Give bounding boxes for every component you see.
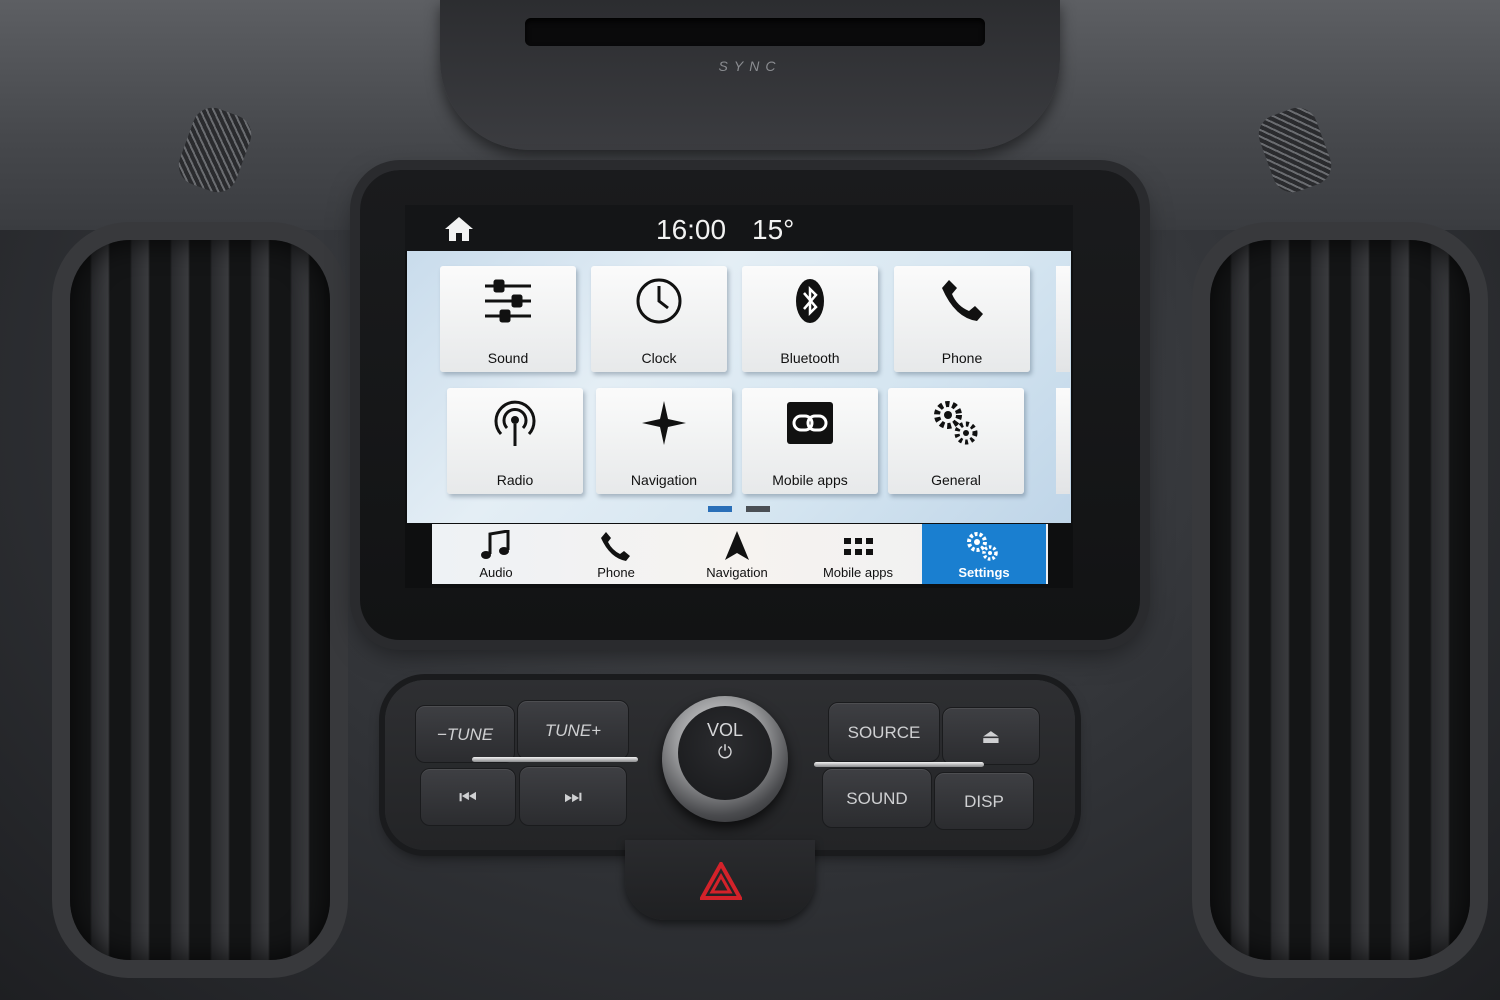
sound-button[interactable]: SOUND: [822, 768, 932, 828]
clock-icon: [636, 278, 682, 324]
tile-bluetooth[interactable]: Bluetooth: [742, 266, 878, 372]
nav-label: Navigation: [706, 565, 768, 580]
nav-mobile-apps[interactable]: Mobile apps: [798, 524, 918, 584]
nav-phone[interactable]: Phone: [556, 524, 676, 584]
tune-down-button[interactable]: −TUNE: [415, 705, 515, 763]
right-air-vent[interactable]: [1210, 240, 1470, 960]
nav-label: Phone: [597, 565, 635, 580]
seek-forward-button[interactable]: ⏭: [519, 766, 627, 826]
tile-label: Radio: [496, 472, 534, 488]
home-icon[interactable]: [444, 216, 474, 242]
nav-navigation[interactable]: Navigation: [677, 524, 797, 584]
sync-logo: SYNC: [718, 58, 782, 74]
status-temperature: 15°: [752, 214, 795, 245]
power-icon: ⏻: [717, 742, 733, 762]
tile-partial: [1056, 266, 1070, 372]
tile-label: General: [931, 472, 981, 488]
tune-up-button[interactable]: TUNE+: [517, 700, 629, 760]
link-icon: [787, 402, 833, 444]
chrome-trim-left: [472, 757, 638, 762]
page-dot[interactable]: [746, 506, 770, 512]
cd-slot[interactable]: [525, 18, 985, 46]
tile-label: Sound: [487, 350, 529, 366]
tile-phone[interactable]: Phone: [894, 266, 1030, 372]
hazard-triangle-icon[interactable]: [700, 862, 742, 900]
source-button[interactable]: SOURCE: [828, 702, 940, 762]
gears-icon: [967, 532, 998, 561]
tile-mobile-apps[interactable]: Mobile apps: [742, 388, 878, 494]
gears-icon: [934, 401, 978, 445]
grid-icon: [844, 538, 873, 555]
status-time: 16:00: [656, 214, 727, 245]
nav-label: Audio: [479, 565, 513, 580]
nav-settings[interactable]: Settings: [922, 524, 1046, 584]
tile-label: Phone: [941, 350, 983, 366]
left-air-vent[interactable]: [70, 240, 330, 960]
compass-star-icon: [642, 401, 686, 445]
phone-icon: [942, 280, 983, 321]
tile-partial: [1056, 388, 1070, 494]
tile-clock[interactable]: Clock: [591, 266, 727, 372]
bluetooth-icon: [796, 279, 824, 323]
nav-label: Mobile apps: [822, 565, 894, 580]
nav-label: Settings: [958, 565, 1010, 580]
status-bar: [405, 205, 1073, 251]
tile-label: Navigation: [630, 472, 698, 488]
eject-button[interactable]: ⏏: [942, 707, 1040, 765]
tile-general[interactable]: General: [888, 388, 1024, 494]
tile-radio[interactable]: Radio: [447, 388, 583, 494]
chrome-trim-right: [814, 762, 984, 767]
sliders-icon: [485, 279, 531, 323]
tile-label: Clock: [641, 350, 677, 366]
tile-label: Bluetooth: [780, 350, 840, 366]
arrow-icon: [725, 531, 749, 560]
seek-back-button[interactable]: ⏮: [420, 768, 516, 826]
disp-button[interactable]: DISP: [934, 772, 1034, 830]
tile-navigation[interactable]: Navigation: [596, 388, 732, 494]
page-dot-active[interactable]: [708, 506, 732, 512]
tile-sound[interactable]: Sound: [440, 266, 576, 372]
phone-icon: [601, 532, 630, 561]
tile-label: Mobile apps: [772, 472, 848, 488]
volume-label: VOL: [706, 720, 744, 740]
radio-icon: [494, 400, 536, 446]
music-note-icon: [481, 530, 510, 559]
nav-audio[interactable]: Audio: [436, 524, 556, 584]
